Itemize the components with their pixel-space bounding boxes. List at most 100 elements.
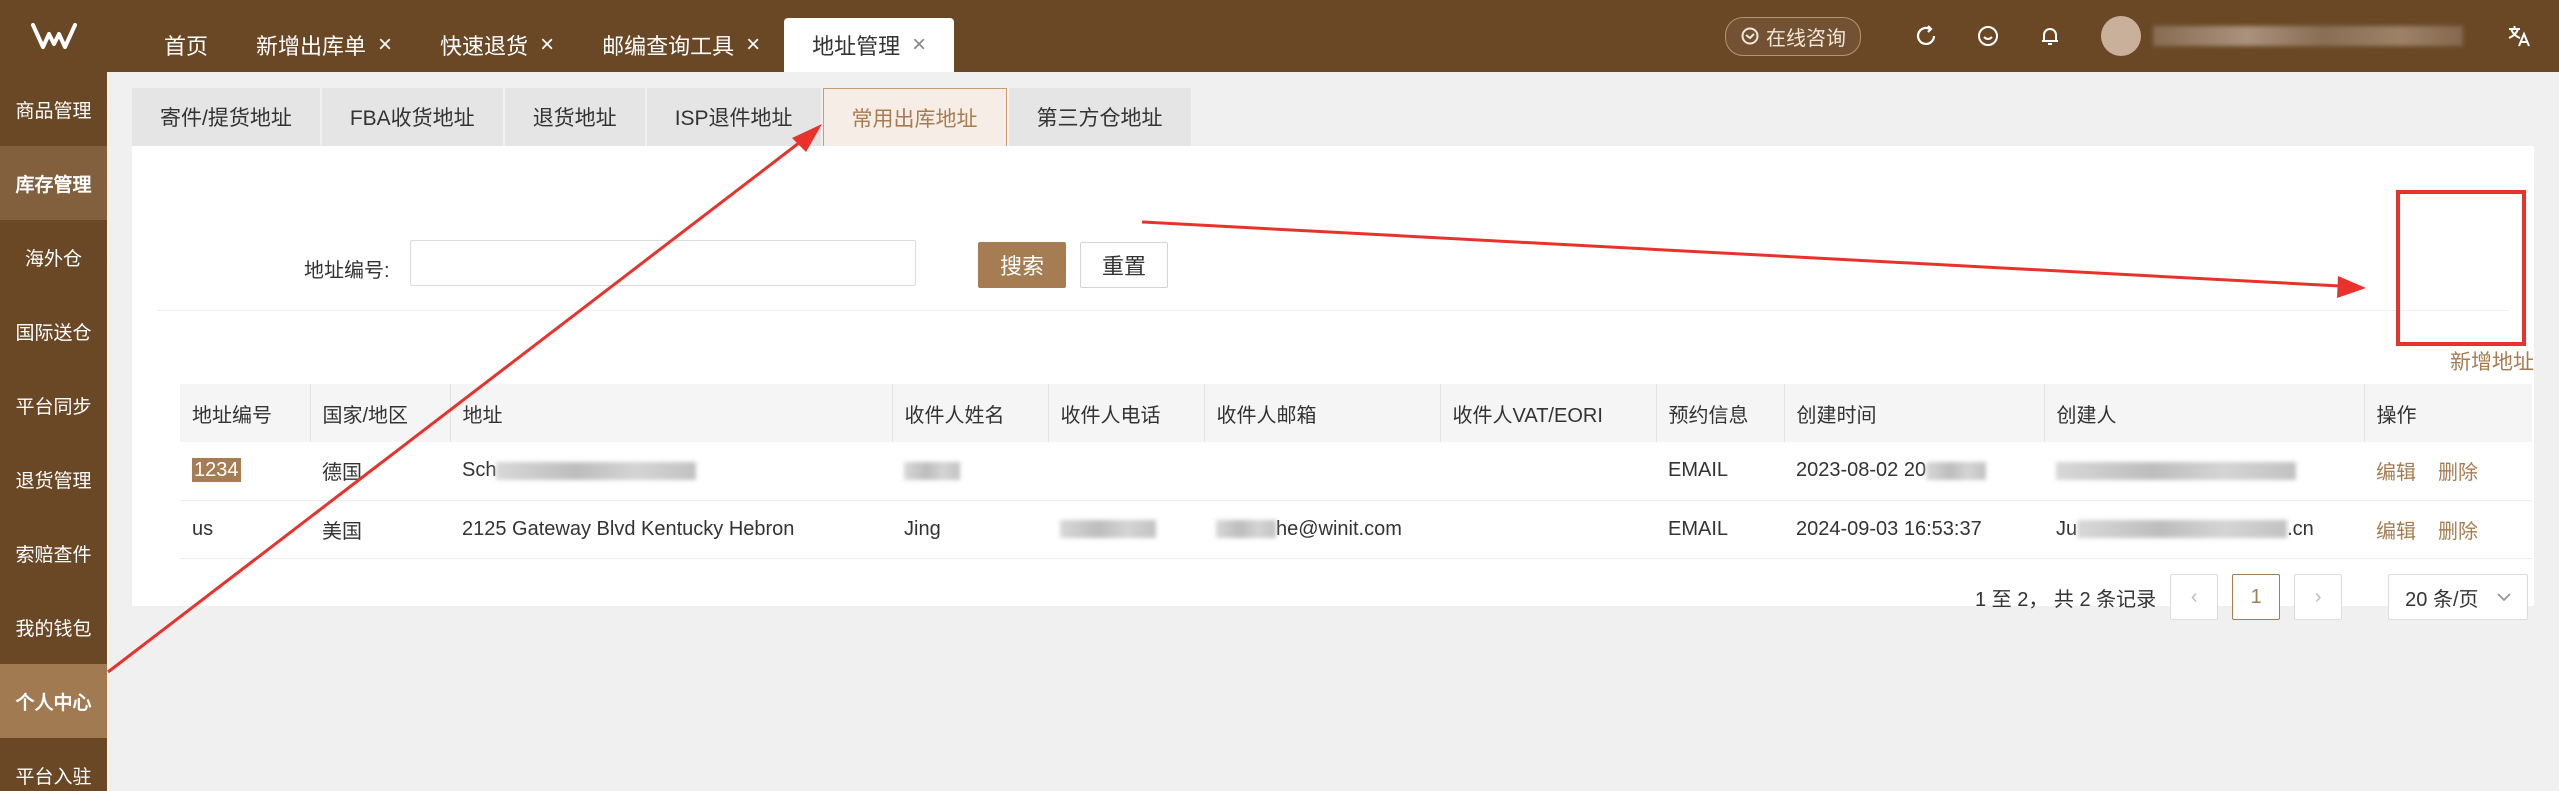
cell-address: 2125 Gateway Blvd Kentucky Hebron (450, 500, 892, 559)
tab-label: 邮编查询工具 (602, 34, 735, 59)
cell-booking-info: EMAIL (1656, 442, 1784, 501)
online-consult-button[interactable]: 在线咨询 (1725, 16, 1861, 56)
column-header: 预约信息 (1656, 384, 1785, 442)
redacted-text (2077, 520, 2288, 539)
column-header: 国家/地区 (310, 384, 451, 442)
refresh-button[interactable] (1895, 0, 1957, 72)
column-header: 收件人VAT/EORI (1440, 384, 1657, 442)
page-size-select[interactable]: 20 条/页 (2388, 574, 2529, 620)
column-header: 创建时间 (1784, 384, 2045, 442)
close-icon[interactable]: × (746, 33, 760, 57)
notification-button[interactable] (2019, 0, 2081, 72)
reset-button[interactable]: 重置 (1080, 242, 1168, 288)
sidebar-item-label: 我的钱包 (15, 618, 92, 640)
address-type-tabs: 寄件/提货地址 FBA收货地址 退货地址 ISP退件地址 常用出库地址 第三方仓… (132, 88, 1191, 146)
sidebar-item-label: 平台入驻 (15, 766, 92, 788)
chevron-down-icon (2497, 593, 2511, 602)
feedback-button[interactable] (1957, 0, 2019, 72)
online-consult-label: 在线咨询 (1766, 27, 1846, 50)
tab-quick-return[interactable]: 快速退货 × (416, 18, 578, 72)
smile-icon (1978, 26, 1998, 46)
creator-suffix: .cn (2287, 517, 2314, 540)
sidebar-item-overseas-warehouse[interactable]: 海外仓 (0, 220, 107, 294)
cell-actions: 编辑 删除 (2364, 500, 2532, 559)
add-address-link[interactable]: 新增地址 (2450, 346, 2534, 376)
close-icon[interactable]: × (540, 33, 554, 57)
sidebar-item-claims[interactable]: 索赔查件 (0, 516, 107, 590)
sidebar-item-product-management[interactable]: 商品管理 (0, 72, 107, 146)
prev-page-button[interactable]: ‹ (2170, 574, 2219, 620)
table-header-row: 地址编号 国家/地区 地址 收件人姓名 收件人电话 收件人邮箱 收件人VAT/E… (180, 384, 2532, 442)
cell-creator: Ju .cn (2044, 500, 2364, 559)
sidebar-item-personal-center[interactable]: 个人中心 (0, 664, 107, 738)
cell-country: 美国 (310, 500, 450, 559)
creator-value: Ju (2056, 517, 2078, 540)
sidebar-item-label: 海外仓 (24, 248, 82, 270)
cell-country: 德国 (310, 442, 450, 501)
redacted-text (904, 461, 960, 480)
cell-recipient-vat (1440, 500, 1656, 559)
user-name-redacted[interactable] (2153, 26, 2463, 46)
redacted-text (1926, 461, 1987, 480)
address-code-input[interactable] (410, 240, 916, 286)
sidebar-item-wallet[interactable]: 我的钱包 (0, 590, 107, 664)
sidebar-item-returns[interactable]: 退货管理 (0, 442, 107, 516)
delete-link[interactable]: 删除 (2438, 521, 2478, 543)
tab-postcode-lookup[interactable]: 邮编查询工具 × (578, 18, 784, 72)
brand-logo-icon (30, 23, 77, 49)
created-time-value: 2023-08-02 20 (1796, 459, 1927, 482)
search-button[interactable]: 搜索 (978, 242, 1066, 288)
chat-icon (1741, 27, 1759, 45)
cell-creator (2044, 442, 2364, 501)
bell-icon (2042, 28, 2058, 45)
cell-recipient-vat (1440, 442, 1656, 501)
language-button[interactable] (2479, 0, 2559, 72)
pagination-summary: 1 至 2， 共 2 条记录 (1975, 588, 2157, 611)
sidebar-item-label: 商品管理 (15, 100, 92, 122)
cell-recipient-phone (1048, 442, 1204, 501)
redacted-text (2056, 461, 2296, 480)
tab-fba-address[interactable]: FBA收货地址 (321, 88, 503, 146)
page-tabs: 首页 新增出库单 × 快速退货 × 邮编查询工具 × 地址管理 × (140, 18, 955, 72)
avatar[interactable] (2101, 16, 2141, 56)
top-bar: 首页 新增出库单 × 快速退货 × 邮编查询工具 × 地址管理 × 在线咨询 (0, 0, 2559, 72)
cell-created-time: 2024-09-03 16:53:37 (1784, 500, 2044, 559)
divider (157, 310, 2509, 311)
sidebar-item-international-delivery[interactable]: 国际送仓 (0, 294, 107, 368)
tab-label: FBA收货地址 (349, 107, 475, 130)
sidebar-item-inventory-management[interactable]: 库存管理 (0, 146, 107, 220)
tab-common-outbound-address[interactable]: 常用出库地址 (822, 88, 1007, 146)
sidebar-item-label: 库存管理 (15, 174, 92, 196)
tab-label: 首页 (164, 34, 209, 59)
tab-new-outbound-order[interactable]: 新增出库单 × (232, 18, 416, 72)
logo[interactable] (0, 0, 107, 72)
tab-pickup-address[interactable]: 寄件/提货地址 (132, 88, 320, 146)
tab-third-party-warehouse-address[interactable]: 第三方仓地址 (1008, 88, 1191, 146)
edit-link[interactable]: 编辑 (2376, 521, 2416, 543)
delete-link[interactable]: 删除 (2438, 462, 2478, 484)
close-icon[interactable]: × (912, 33, 926, 57)
tab-isp-return-address[interactable]: ISP退件地址 (646, 88, 821, 146)
page-number[interactable]: 1 (2232, 574, 2281, 620)
sidebar-item-platform-onboarding[interactable]: 平台入驻 (0, 738, 107, 791)
cell-created-time: 2023-08-02 20 (1784, 442, 2044, 501)
refresh-icon (1916, 25, 1936, 45)
address-table: 地址编号 国家/地区 地址 收件人姓名 收件人电话 收件人邮箱 收件人VAT/E… (180, 384, 2532, 559)
cell-address-code: 1234 (180, 442, 310, 501)
address-code-label: 地址编号: (304, 260, 390, 282)
column-header: 创建人 (2044, 384, 2365, 442)
sidebar-item-platform-sync[interactable]: 平台同步 (0, 368, 107, 442)
sidebar-item-label: 平台同步 (15, 396, 92, 418)
tab-address-management[interactable]: 地址管理 × (784, 18, 955, 72)
column-header: 地址编号 (180, 384, 311, 442)
next-page-button[interactable]: › (2294, 574, 2343, 620)
tab-home[interactable]: 首页 (140, 18, 232, 72)
tab-label: 常用出库地址 (851, 107, 978, 131)
tab-label: 地址管理 (812, 34, 901, 59)
sidebar: 商品管理 库存管理 海外仓 国际送仓 平台同步 退货管理 索赔查件 我的钱包 个… (0, 72, 107, 791)
chevron-right-icon: › (2314, 585, 2322, 608)
close-icon[interactable]: × (378, 33, 392, 57)
tab-return-address[interactable]: 退货地址 (504, 88, 645, 146)
tab-label: ISP退件地址 (674, 107, 793, 130)
edit-link[interactable]: 编辑 (2376, 462, 2416, 484)
